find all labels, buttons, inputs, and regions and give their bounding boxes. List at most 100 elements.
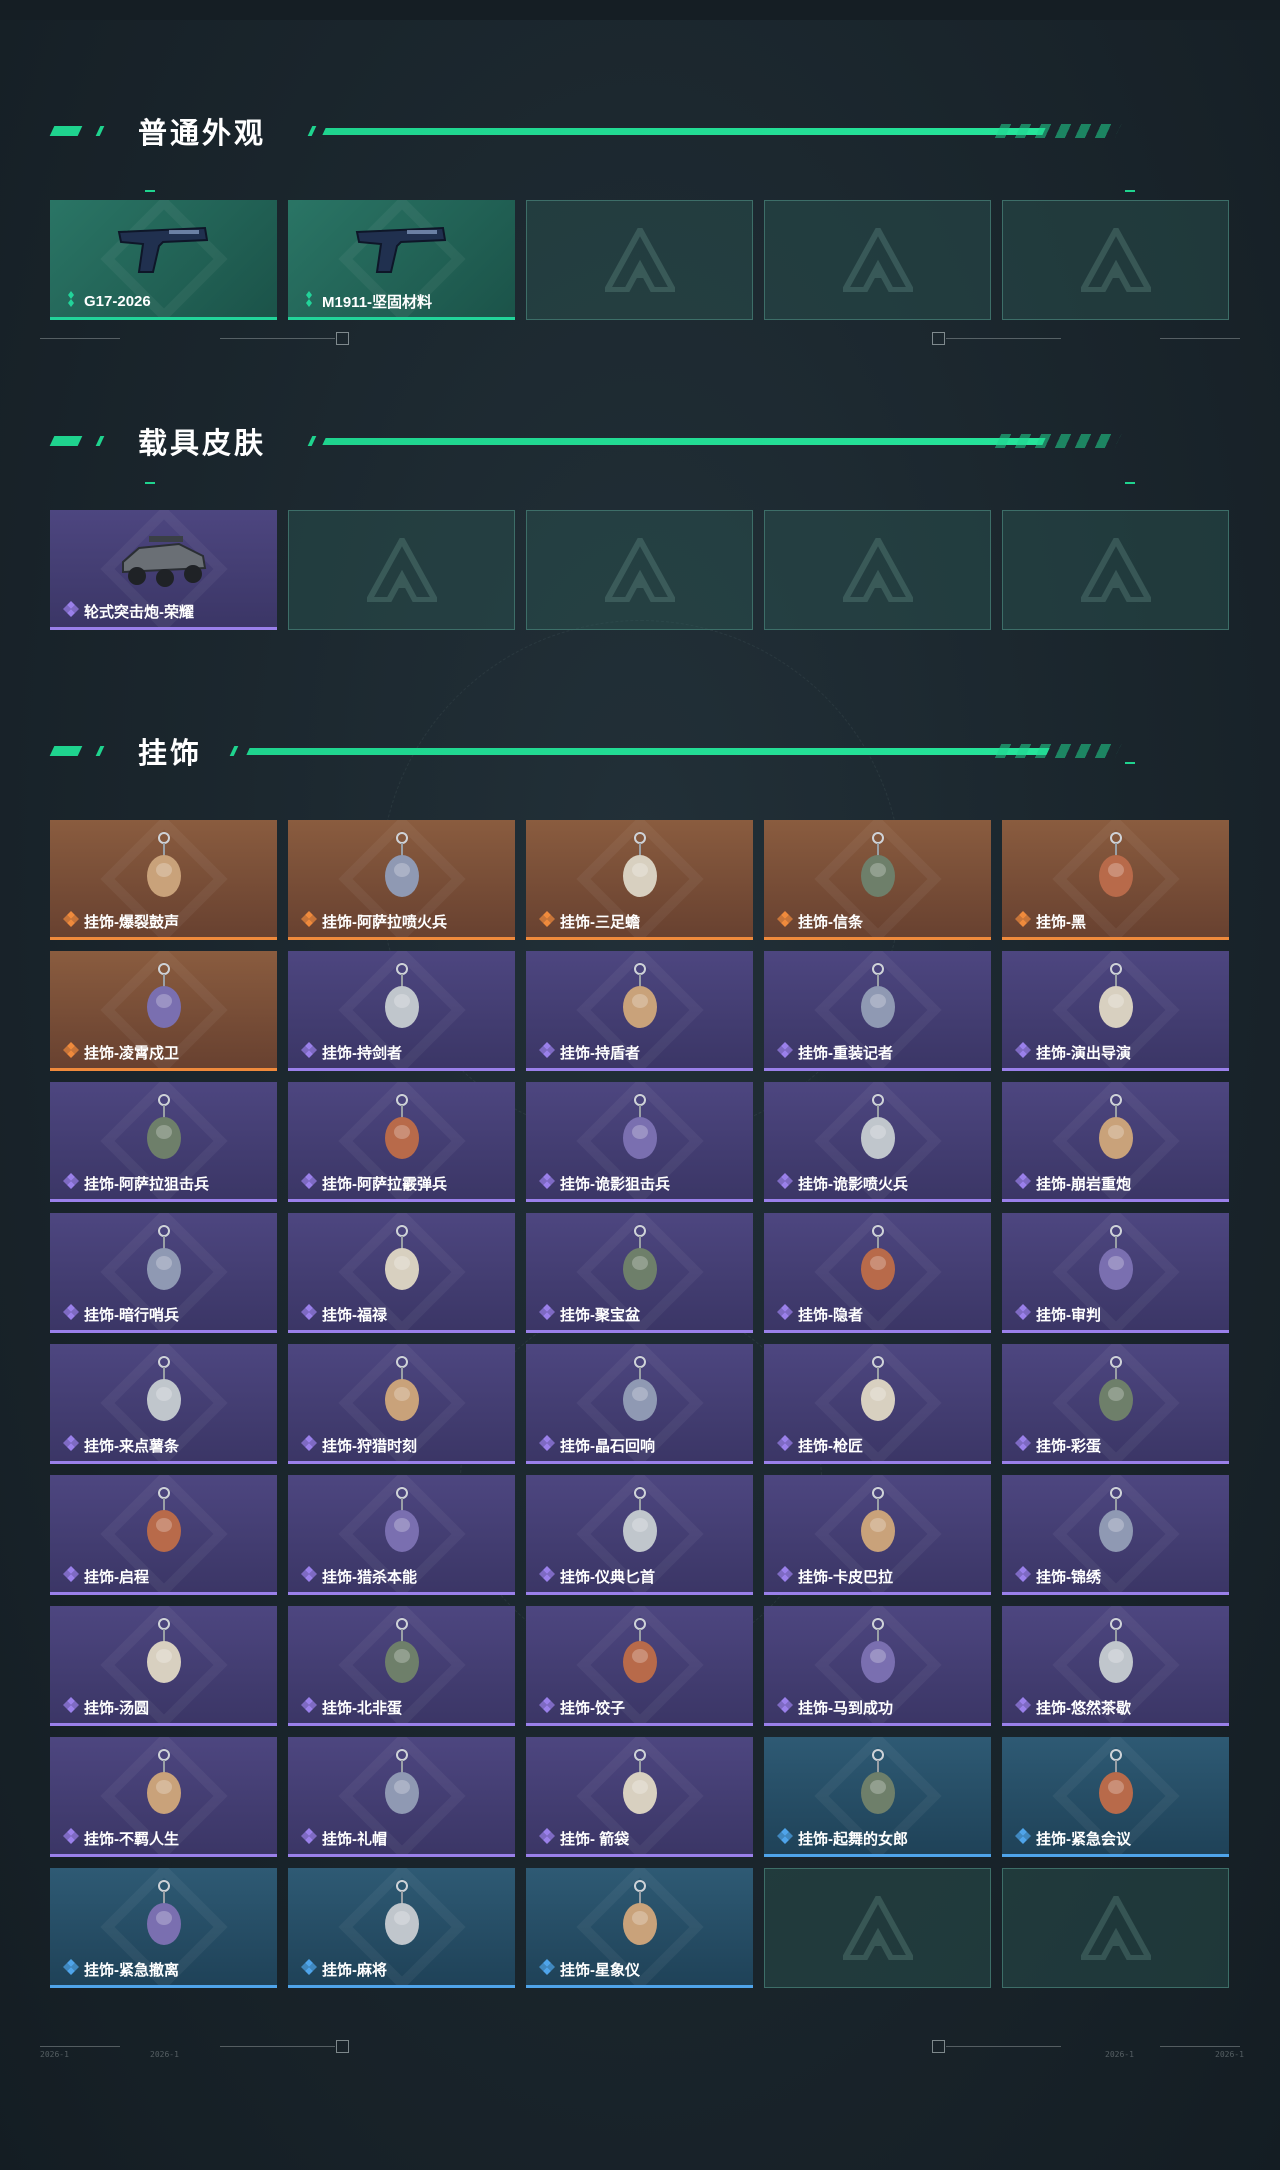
item-card[interactable]: 挂饰-启程 <box>50 1475 277 1595</box>
section-title: 载具皮肤 <box>138 428 267 460</box>
frame-mark: 2026-1 <box>1215 2050 1244 2059</box>
rarity-icon <box>538 1565 560 1587</box>
rarity-icon <box>1014 1696 1036 1718</box>
item-card[interactable]: 挂饰-礼帽 <box>288 1737 515 1857</box>
item-card[interactable]: 挂饰-审判 <box>1002 1213 1229 1333</box>
item-card[interactable]: M1911-坚固材料 <box>288 200 515 320</box>
empty-slot <box>764 200 991 320</box>
frame-corner <box>336 332 349 345</box>
item-card[interactable]: 挂饰-阿萨拉喷火兵 <box>288 820 515 940</box>
item-card[interactable]: 挂饰-暗行哨兵 <box>50 1213 277 1333</box>
item-name: 挂饰-阿萨拉狙击兵 <box>84 1175 209 1193</box>
item-label: 挂饰-礼帽 <box>300 1827 387 1849</box>
empty-slot <box>1002 1868 1229 1988</box>
item-card[interactable]: 轮式突击炮-荣耀 <box>50 510 277 630</box>
item-name: 挂饰-汤圆 <box>84 1699 149 1717</box>
item-label: 挂饰-紧急会议 <box>1014 1827 1131 1849</box>
item-label: 挂饰-北非蛋 <box>300 1696 402 1718</box>
item-card[interactable]: 挂饰-北非蛋 <box>288 1606 515 1726</box>
item-card[interactable]: 挂饰-不羁人生 <box>50 1737 277 1857</box>
placeholder-logo-icon <box>842 228 913 292</box>
item-card[interactable]: 挂饰-崩岩重炮 <box>1002 1082 1229 1202</box>
rarity-icon <box>62 1041 84 1063</box>
item-card[interactable]: 挂饰-持剑者 <box>288 951 515 1071</box>
item-label: 挂饰-起舞的女郎 <box>776 1827 908 1849</box>
item-name: 挂饰-来点薯条 <box>84 1437 179 1455</box>
item-card[interactable]: 挂饰-阿萨拉霰弹兵 <box>288 1082 515 1202</box>
item-card[interactable]: 挂饰-紧急会议 <box>1002 1737 1229 1857</box>
empty-slot <box>288 510 515 630</box>
item-card[interactable]: 挂饰-马到成功 <box>764 1606 991 1726</box>
item-label: M1911-坚固材料 <box>300 290 432 312</box>
item-card[interactable]: 挂饰-聚宝盆 <box>526 1213 753 1333</box>
item-card[interactable]: 挂饰-枪匠 <box>764 1344 991 1464</box>
placeholder-logo-icon <box>1080 538 1151 602</box>
item-name: 挂饰-彩蛋 <box>1036 1437 1101 1455</box>
item-card[interactable]: 挂饰-重装记者 <box>764 951 991 1071</box>
empty-slot <box>526 510 753 630</box>
item-label: 挂饰-审判 <box>1014 1303 1101 1325</box>
item-card[interactable]: 挂饰-狩猎时刻 <box>288 1344 515 1464</box>
item-label: 挂饰-来点薯条 <box>62 1434 179 1456</box>
item-name: 挂饰-阿萨拉霰弹兵 <box>322 1175 447 1193</box>
item-card[interactable]: G17-2026 <box>50 200 277 320</box>
item-card[interactable]: 挂饰-爆裂鼓声 <box>50 820 277 940</box>
placeholder-logo-icon <box>842 538 913 602</box>
item-card[interactable]: 挂饰-持盾者 <box>526 951 753 1071</box>
item-name: 挂饰-崩岩重炮 <box>1036 1175 1131 1193</box>
rarity-icon <box>776 1303 798 1325</box>
item-name: 挂饰-信条 <box>798 913 863 931</box>
item-card[interactable]: 挂饰-诡影喷火兵 <box>764 1082 991 1202</box>
item-label: 挂饰- 箭袋 <box>538 1827 629 1849</box>
item-name: 挂饰-狩猎时刻 <box>322 1437 417 1455</box>
item-label: 挂饰-三足蟾 <box>538 910 640 932</box>
item-card[interactable]: 挂饰-悠然茶歇 <box>1002 1606 1229 1726</box>
rarity-icon <box>538 1827 560 1849</box>
item-name: 挂饰-北非蛋 <box>322 1699 402 1717</box>
empty-slot <box>764 1868 991 1988</box>
rarity-icon <box>538 1434 560 1456</box>
item-card[interactable]: 挂饰-猎杀本能 <box>288 1475 515 1595</box>
item-card[interactable]: 挂饰-三足蟾 <box>526 820 753 940</box>
item-label: 挂饰-隐者 <box>776 1303 863 1325</box>
item-card[interactable]: 挂饰-彩蛋 <box>1002 1344 1229 1464</box>
rarity-icon <box>1014 1827 1036 1849</box>
item-label: 轮式突击炮-荣耀 <box>62 600 194 622</box>
item-card[interactable]: 挂饰-麻将 <box>288 1868 515 1988</box>
rarity-icon <box>1014 1303 1036 1325</box>
item-name: 挂饰-紧急撤离 <box>84 1961 179 1979</box>
rarity-icon <box>538 1303 560 1325</box>
item-card[interactable]: 挂饰-诡影狙击兵 <box>526 1082 753 1202</box>
item-card[interactable]: 挂饰-饺子 <box>526 1606 753 1726</box>
item-card[interactable]: 挂饰-演出导演 <box>1002 951 1229 1071</box>
item-name: 挂饰-启程 <box>84 1568 149 1586</box>
item-card[interactable]: 挂饰-福禄 <box>288 1213 515 1333</box>
item-name: 挂饰-礼帽 <box>322 1830 387 1848</box>
item-card[interactable]: 挂饰-来点薯条 <box>50 1344 277 1464</box>
grid-charms: 挂饰-爆裂鼓声 挂饰-阿萨拉喷火兵 挂饰-三足蟾 挂饰-信条 挂饰-黑 挂饰-凌霄戍卫 挂饰… <box>50 820 1229 1988</box>
item-card[interactable]: 挂饰-星象仪 <box>526 1868 753 1988</box>
item-name: 挂饰-三足蟾 <box>560 913 640 931</box>
item-card[interactable]: 挂饰-晶石回响 <box>526 1344 753 1464</box>
item-card[interactable]: 挂饰-起舞的女郎 <box>764 1737 991 1857</box>
item-label: 挂饰-猎杀本能 <box>300 1565 417 1587</box>
item-card[interactable]: 挂饰-汤圆 <box>50 1606 277 1726</box>
item-card[interactable]: 挂饰-隐者 <box>764 1213 991 1333</box>
item-label: 挂饰-麻将 <box>300 1958 387 1980</box>
item-card[interactable]: 挂饰- 箭袋 <box>526 1737 753 1857</box>
item-card[interactable]: 挂饰-仪典匕首 <box>526 1475 753 1595</box>
item-card[interactable]: 挂饰-锦绣 <box>1002 1475 1229 1595</box>
item-card[interactable]: 挂饰-卡皮巴拉 <box>764 1475 991 1595</box>
item-card[interactable]: 挂饰-凌霄戍卫 <box>50 951 277 1071</box>
section-header-normal-skins: 普通外观 <box>48 108 1198 150</box>
item-card[interactable]: 挂饰-阿萨拉狙击兵 <box>50 1082 277 1202</box>
frame-mark: 2026-1 <box>1105 2050 1134 2059</box>
item-name: 挂饰-紧急会议 <box>1036 1830 1131 1848</box>
item-card[interactable]: 挂饰-黑 <box>1002 820 1229 940</box>
item-name: 挂饰-黑 <box>1036 913 1086 931</box>
rarity-icon <box>300 1827 322 1849</box>
item-card[interactable]: 挂饰-信条 <box>764 820 991 940</box>
item-name: 挂饰-审判 <box>1036 1306 1101 1324</box>
item-label: 挂饰-凌霄戍卫 <box>62 1041 179 1063</box>
item-card[interactable]: 挂饰-紧急撤离 <box>50 1868 277 1988</box>
